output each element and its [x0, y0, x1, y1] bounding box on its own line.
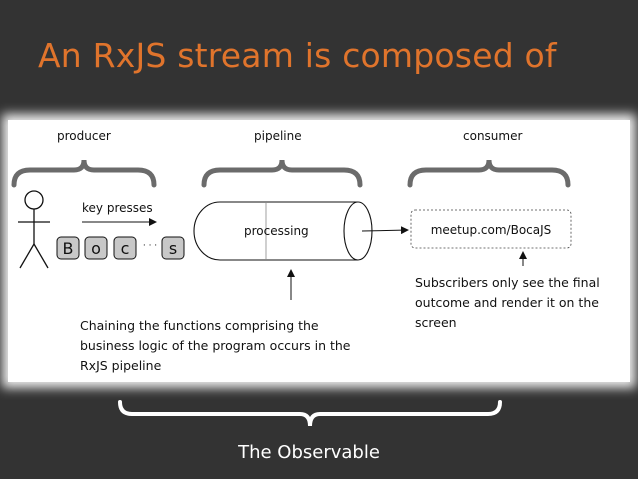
- key-b-label: B: [63, 239, 74, 258]
- consumer-brace: [407, 159, 571, 188]
- producer-brace: [11, 159, 157, 188]
- observable-label: The Observable: [237, 442, 380, 463]
- pipeline-label: pipeline: [254, 129, 302, 143]
- key-b: B: [56, 236, 80, 260]
- key-c: c: [113, 236, 137, 260]
- processing-label: processing: [244, 224, 309, 238]
- key-s-label: s: [169, 239, 177, 258]
- consumer-note-line-3: screen: [415, 315, 457, 330]
- keys-ellipsis: · · ·: [143, 241, 157, 251]
- pipeline-note-line-2: business logic of the program occurs in …: [80, 338, 351, 353]
- key-s: s: [161, 236, 185, 260]
- pipeline-to-consumer-arrow: [361, 226, 409, 235]
- consumer-label: consumer: [463, 129, 522, 143]
- pipeline-brace: [201, 159, 363, 188]
- pipeline-note-line-1: Chaining the functions comprising the: [80, 318, 319, 333]
- key-o: o: [84, 236, 108, 260]
- slide: An RxJS stream is composed of producer p…: [0, 0, 638, 479]
- consumer-box-text: meetup.com/BocaJS: [431, 223, 552, 237]
- key-presses-label: key presses: [82, 201, 153, 215]
- user-figure-icon: [18, 190, 50, 269]
- pipeline-note-line-3: RxJS pipeline: [80, 358, 162, 373]
- consumer-note-line-1: Subscribers only see the final: [415, 275, 600, 290]
- key-c-label: c: [121, 239, 130, 258]
- producer-label: producer: [57, 129, 111, 143]
- observable-brace: [118, 400, 502, 427]
- key-o-label: o: [91, 239, 101, 258]
- rxjs-stream-diagram: producer pipeline consumer key presses B: [11, 129, 600, 463]
- consumer-note-line-2: outcome and render it on the: [415, 295, 599, 310]
